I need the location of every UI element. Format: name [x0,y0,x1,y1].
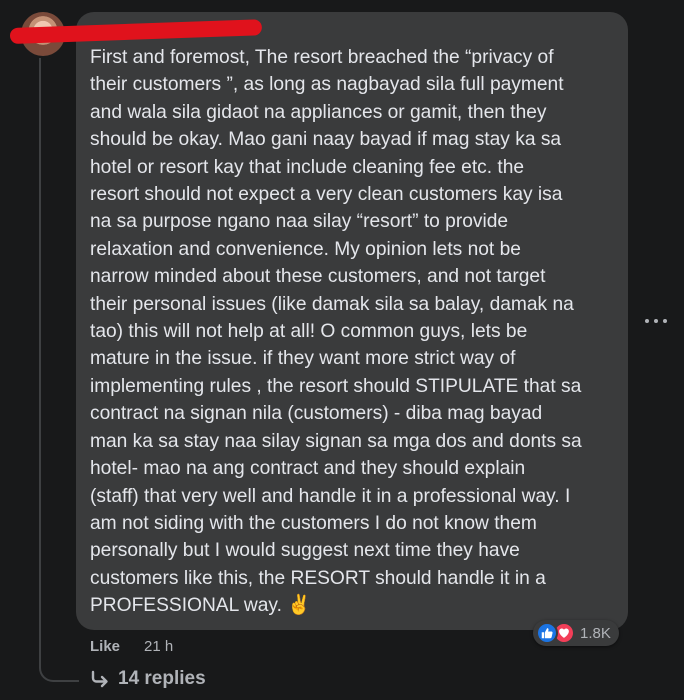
thread-connector-curve [39,646,79,682]
thread-connector-line [39,58,41,658]
heart-icon [559,628,569,638]
replies-count-label: 14 replies [118,668,206,689]
timestamp[interactable]: 21 h [144,638,173,655]
like-button[interactable]: Like [90,638,120,655]
comment-actions: Like 21 h [90,636,173,656]
comment-text: First and foremost, The resort breached … [90,47,582,617]
comment-thread: First and foremost, The resort breached … [0,0,684,700]
comment-bubble: First and foremost, The resort breached … [76,12,628,630]
more-options-button[interactable] [645,311,667,331]
reaction-summary[interactable]: 1.8K [533,620,619,646]
reply-arrow-icon [91,670,108,688]
reaction-count: 1.8K [580,624,611,642]
like-reaction-icon [536,622,558,644]
more-dot-icon [645,319,649,323]
more-dot-icon [663,319,667,323]
more-dot-icon [654,319,658,323]
view-replies-button[interactable]: 14 replies [90,666,206,692]
thumbs-up-icon [541,628,553,639]
